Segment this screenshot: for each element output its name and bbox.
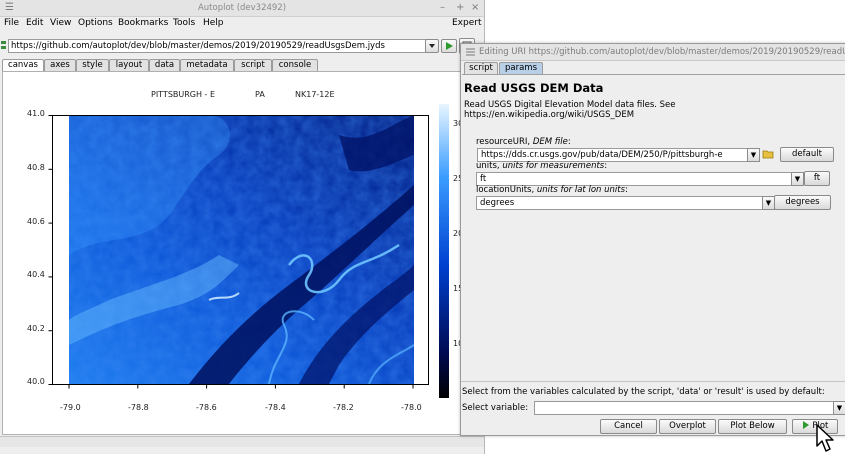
url-input[interactable]: https://github.com/autoplot/dev/blob/mas… xyxy=(8,39,427,53)
overplot-button[interactable]: Overplot xyxy=(659,419,716,434)
y-tick-label: 40.4 xyxy=(27,270,45,279)
location-units-degrees-button[interactable]: degrees xyxy=(774,195,831,210)
tab-metadata[interactable]: metadata xyxy=(180,59,234,71)
chevron-down-icon xyxy=(429,44,435,48)
cancel-button[interactable]: Cancel xyxy=(600,419,657,434)
mouse-pointer-icon xyxy=(816,424,834,452)
dialog-heading: Read USGS DEM Data xyxy=(464,81,604,95)
units-dropdown[interactable]: ▼ xyxy=(791,172,804,186)
tab-axes[interactable]: axes xyxy=(44,59,76,71)
menu-tools[interactable]: Tools xyxy=(173,18,195,28)
x-tick-label: -78.2 xyxy=(333,403,354,412)
dialog-tab-script[interactable]: script xyxy=(464,62,498,74)
dialog-description-link[interactable]: https://en.wikipedia.org/wiki/USGS_DEM xyxy=(464,110,634,120)
section-divider xyxy=(461,381,845,382)
dialog-description: Read USGS Digital Elevation Model data f… xyxy=(464,100,676,110)
x-tick-label: -78.8 xyxy=(128,403,149,412)
tab-layout[interactable]: layout xyxy=(109,59,149,71)
location-units-input[interactable]: degrees xyxy=(476,196,765,210)
folder-icon[interactable] xyxy=(762,148,774,160)
maximize-icon[interactable]: + xyxy=(456,2,464,13)
status-bar xyxy=(0,436,484,447)
select-variable-dropdown[interactable]: ▼ xyxy=(833,401,845,415)
resource-uri-label: resourceURI, DEM file: xyxy=(476,137,571,147)
x-tick-label: -78.0 xyxy=(401,403,422,412)
tab-divider xyxy=(462,74,845,75)
dialog-titlebar: Editing URI https://github.com/autoplot/… xyxy=(461,44,845,61)
resource-uri-input[interactable]: https://dds.cr.usgs.gov/pub/data/DEM/250… xyxy=(477,148,750,162)
select-variable-combo[interactable] xyxy=(534,401,835,415)
default-button[interactable]: default xyxy=(780,147,834,162)
y-tick-label: 40.2 xyxy=(27,324,45,333)
data-source-icon xyxy=(1,40,6,51)
close-icon[interactable]: × xyxy=(471,2,479,13)
window-title: Autoplot (dev32492) xyxy=(197,3,287,13)
x-tick-label: -79.0 xyxy=(60,403,81,412)
play-icon xyxy=(802,421,809,429)
minimize-icon[interactable]: – xyxy=(440,2,445,13)
dialog-menu-icon[interactable] xyxy=(466,48,475,56)
y-tick-label: 40.6 xyxy=(27,217,45,226)
select-hint: Select from the variables calculated by … xyxy=(462,387,825,397)
window-titlebar: ☰ Autoplot (dev32492) – + × xyxy=(0,0,484,17)
menu-edit[interactable]: Edit xyxy=(26,18,43,28)
tab-console[interactable]: console xyxy=(272,59,318,71)
y-tick-label: 40.8 xyxy=(27,163,45,172)
x-tick-label: -78.4 xyxy=(265,403,286,412)
menu-options[interactable]: Options xyxy=(78,18,113,28)
units-ft-button[interactable]: ft xyxy=(804,171,830,186)
main-window: ☰ Autoplot (dev32492) – + × File Edit Vi… xyxy=(0,0,485,454)
menu-expert[interactable]: Expert xyxy=(452,18,482,28)
plot-axes xyxy=(48,115,429,389)
dialog-tab-params[interactable]: params xyxy=(499,62,543,74)
select-variable-label: Select variable: xyxy=(462,403,529,413)
y-tick-label: 41.0 xyxy=(27,109,45,118)
menu-file[interactable]: File xyxy=(4,18,19,28)
menu-view[interactable]: View xyxy=(50,18,71,28)
go-button[interactable] xyxy=(441,39,457,53)
edit-uri-dialog: Editing URI https://github.com/autoplot/… xyxy=(460,43,845,436)
colorbar xyxy=(439,104,449,398)
menu-bookmarks[interactable]: Bookmarks xyxy=(118,18,168,28)
location-units-label: locationUnits, units for lat lon units: xyxy=(476,185,628,195)
units-input[interactable]: ft xyxy=(476,172,794,186)
tab-script[interactable]: script xyxy=(234,59,272,71)
tab-style[interactable]: style xyxy=(76,59,109,71)
plot-canvas[interactable]: PITTSBURGH - E PA NK17-12E 41.0 40.8 40.… xyxy=(2,71,484,435)
resource-uri-dropdown[interactable]: ▼ xyxy=(747,148,760,162)
tab-data[interactable]: data xyxy=(149,59,180,71)
y-tick-label: 40.0 xyxy=(27,377,45,386)
plot-below-button[interactable]: Plot Below xyxy=(718,419,787,434)
url-dropdown-button[interactable] xyxy=(425,39,439,53)
dialog-title: Editing URI https://github.com/autoplot/… xyxy=(479,47,845,57)
units-label: units, units for measurements: xyxy=(476,161,608,171)
play-icon xyxy=(446,42,453,50)
menu-help[interactable]: Help xyxy=(203,18,224,28)
x-tick-label: -78.6 xyxy=(196,403,217,412)
